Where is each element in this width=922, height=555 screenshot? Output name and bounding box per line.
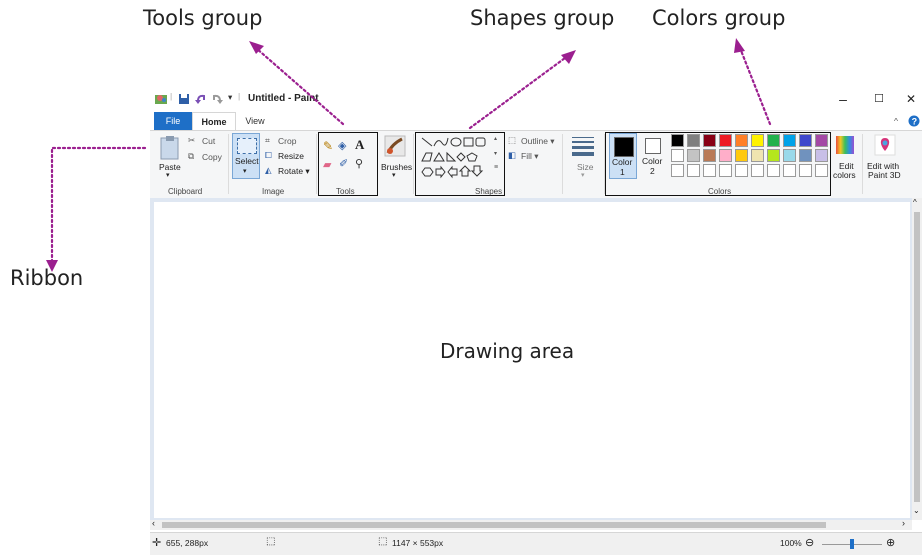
drawing-area-callout: Drawing area	[440, 339, 575, 363]
annotation-arrows	[46, 38, 772, 272]
